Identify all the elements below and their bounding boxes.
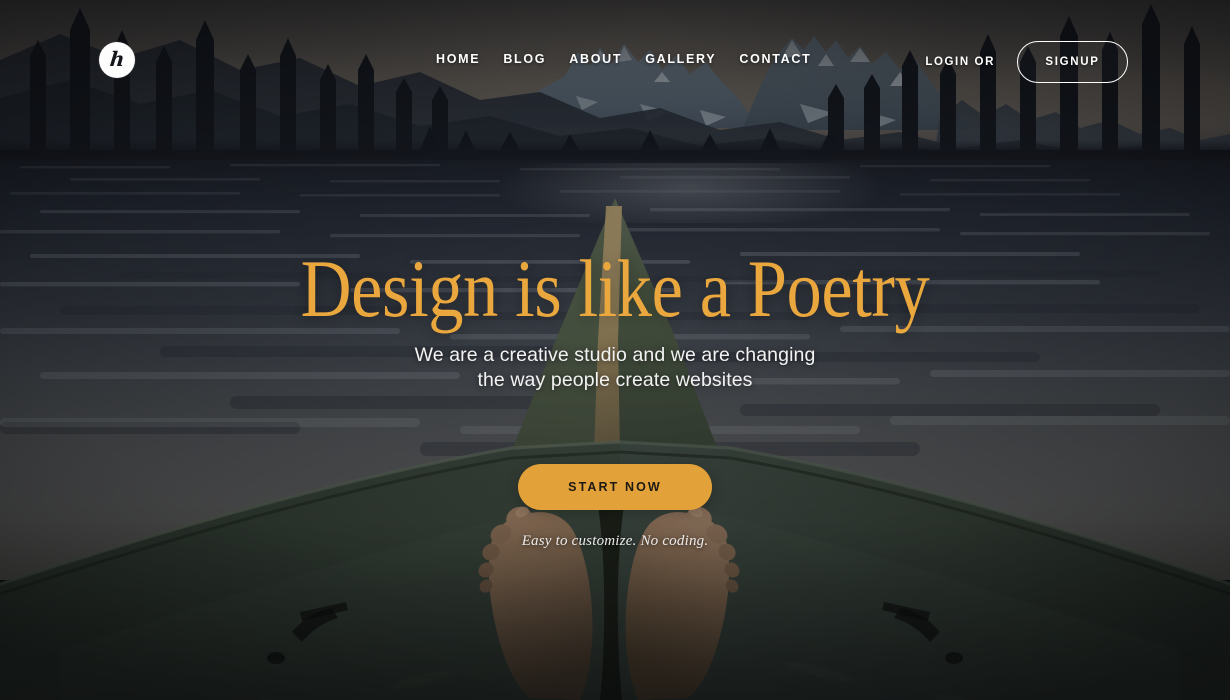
nav-item-home[interactable]: HOME	[436, 52, 503, 66]
brand-logo[interactable]: h	[99, 42, 135, 78]
signup-button[interactable]: SIGNUP	[1017, 41, 1128, 83]
auth-controls: LOGIN OR SIGNUP	[925, 41, 1128, 83]
hero-subtitle: We are a creative studio and we are chan…	[414, 344, 816, 391]
hero-headline: Design is like a Poetry	[300, 243, 930, 334]
main-navigation: HOME BLOG ABOUT GALLERY CONTACT	[436, 52, 811, 66]
page-root: h HOME BLOG ABOUT GALLERY CONTACT LOGIN …	[0, 0, 1230, 700]
hero-tagline: Easy to customize. No coding.	[521, 533, 709, 549]
nav-item-contact[interactable]: CONTACT	[739, 52, 811, 66]
hero-cta-container: START NOW	[0, 464, 1230, 510]
nav-item-blog[interactable]: BLOG	[503, 52, 569, 66]
start-now-button[interactable]: START NOW	[518, 464, 712, 510]
nav-item-about[interactable]: ABOUT	[569, 52, 645, 66]
logo-letter-icon: h	[108, 47, 126, 71]
nav-item-gallery[interactable]: GALLERY	[645, 52, 739, 66]
site-header: h HOME BLOG ABOUT GALLERY CONTACT LOGIN …	[0, 0, 1230, 122]
login-link[interactable]: LOGIN OR	[925, 56, 995, 68]
